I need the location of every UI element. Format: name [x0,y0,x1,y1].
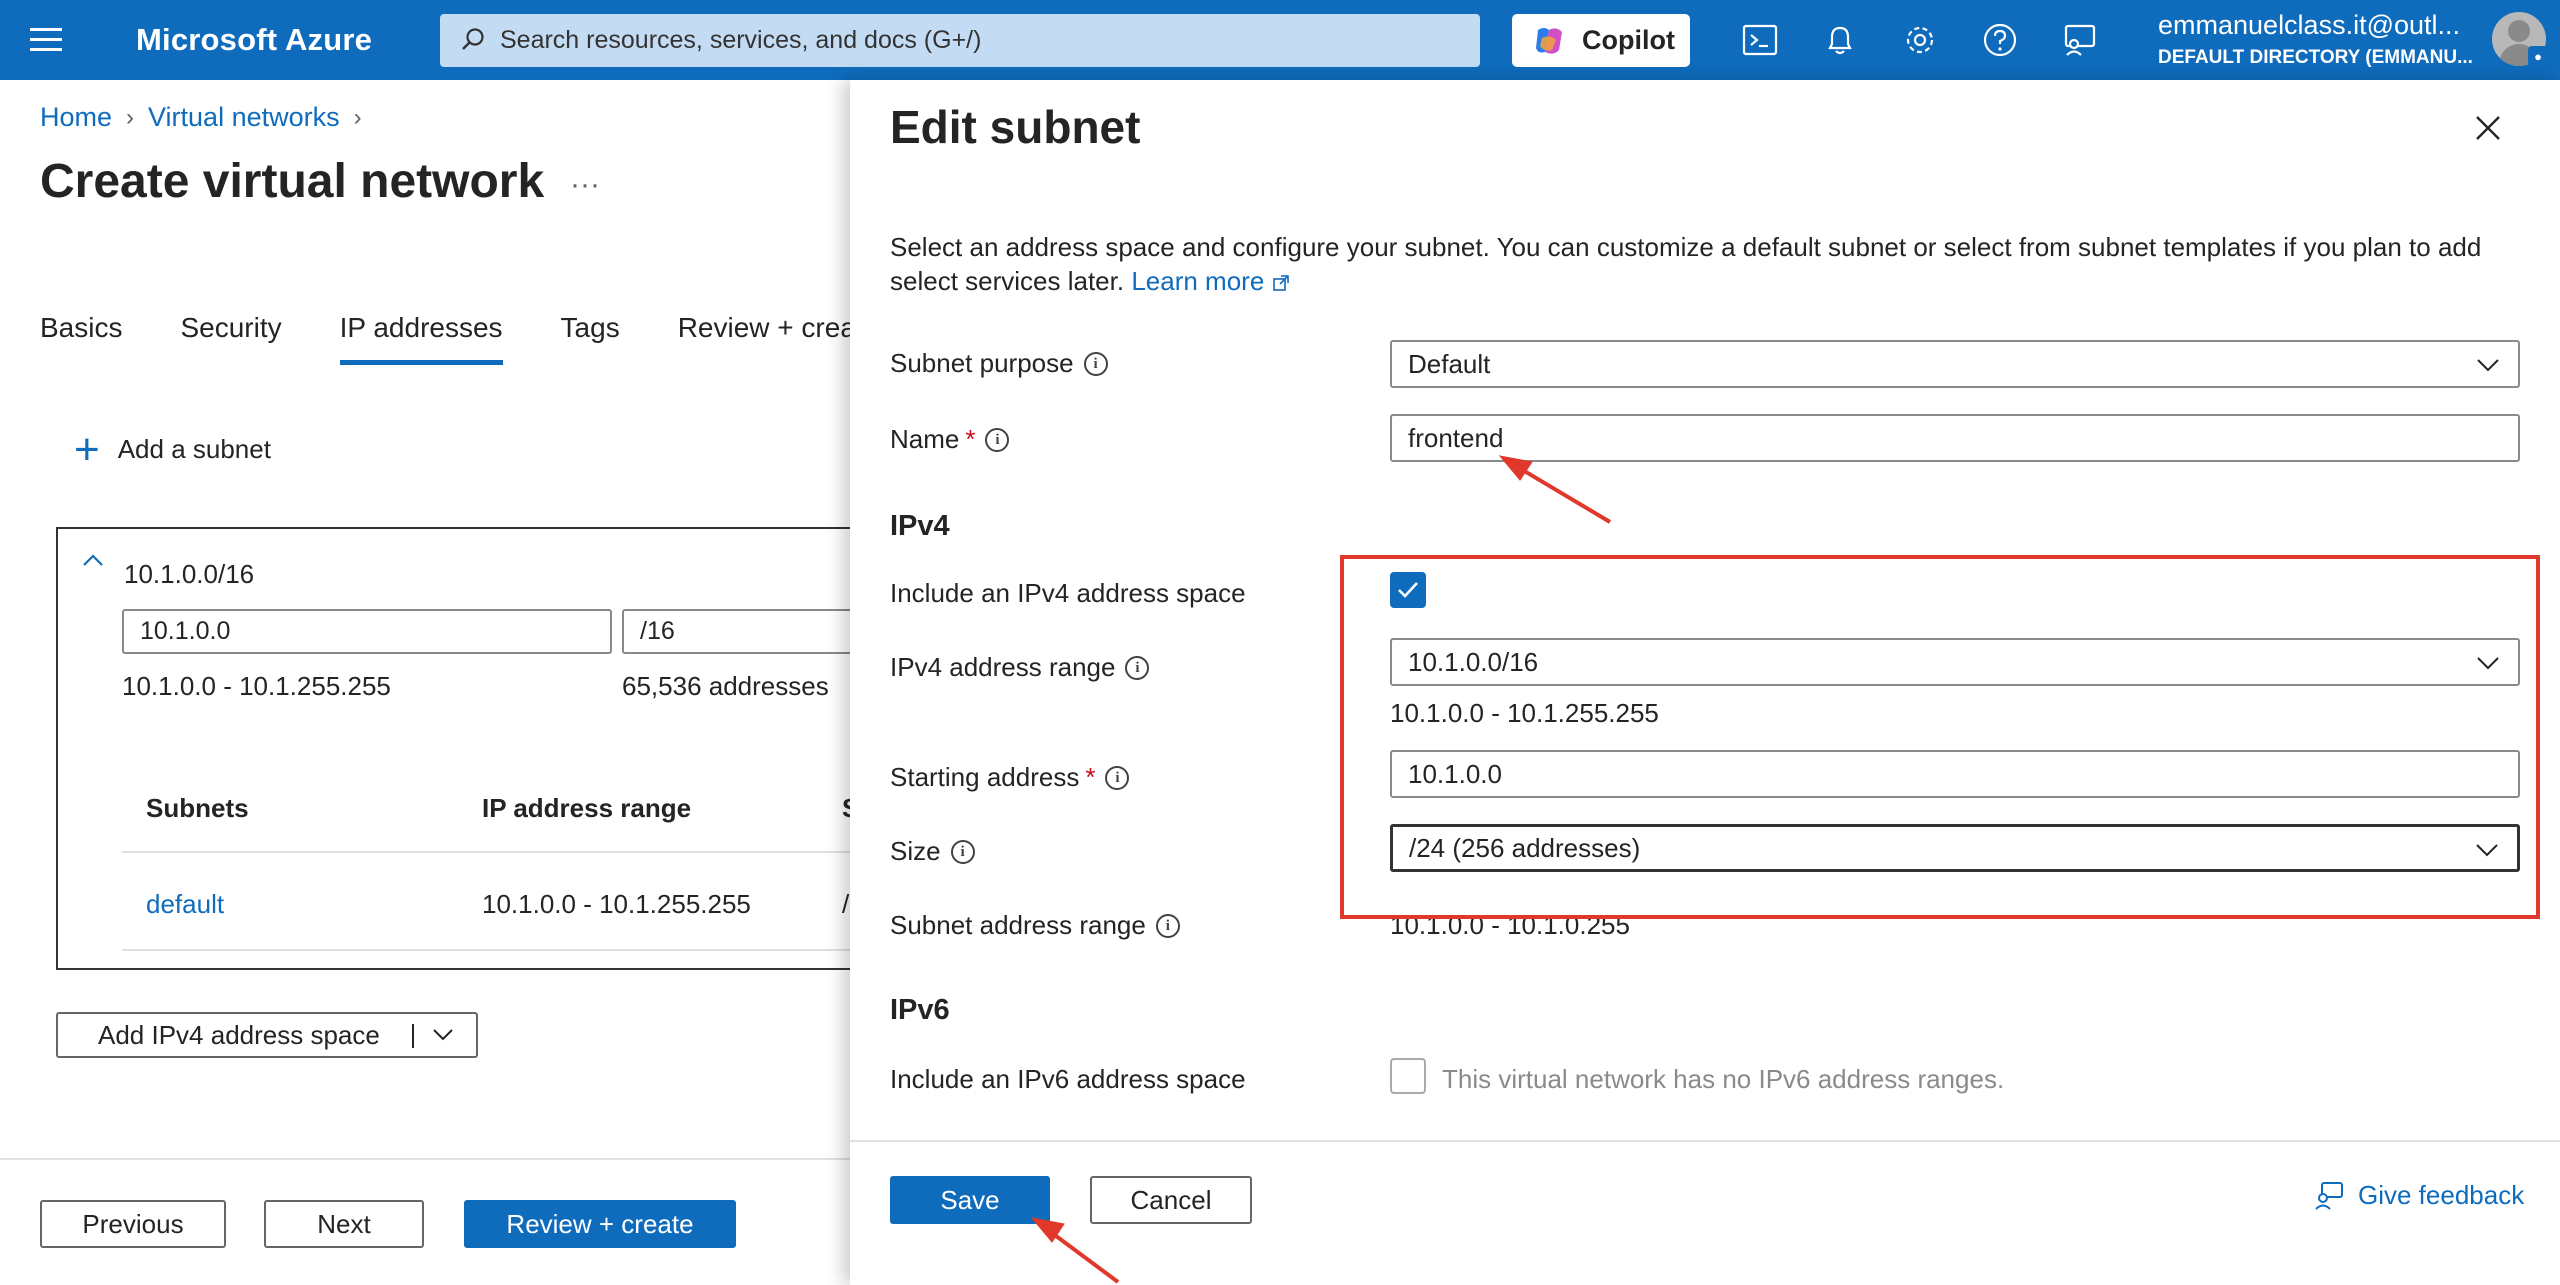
include-ipv4-label: Include an IPv4 address space [890,578,1246,608]
address-space-card: 10.1.0.0/16 10.1.0.0 /16 10.1.0.0 - 10.1… [56,527,882,970]
table-row-size: / [842,889,850,919]
copilot-icon [1536,28,1562,54]
next-button[interactable]: Next [264,1200,424,1248]
feedback-icon[interactable] [2062,22,2098,58]
subnet-address-range-label: Subnet address range i [890,910,1180,941]
chevron-right-icon: › [353,103,362,131]
ipv4-range-label: IPv4 address range i [890,652,1150,683]
external-link-icon [1272,275,1289,291]
cancel-button[interactable]: Cancel [1090,1176,1252,1224]
cloud-shell-icon[interactable] [1742,22,1778,58]
previous-button[interactable]: Previous [40,1200,226,1248]
search-input[interactable]: Search resources, services, and docs (G+… [440,14,1480,67]
review-create-button[interactable]: Review + create [464,1200,736,1248]
required-marker: * [965,424,976,454]
more-options-icon[interactable]: ··· [570,168,600,202]
tab-security[interactable]: Security [180,312,281,365]
footer-divider [0,1158,860,1160]
plus-icon: + [74,424,100,474]
tab-basics[interactable]: Basics [40,312,122,365]
account-email: emmanuelclass.it@outl... [2158,10,2461,40]
address-range-text: 10.1.0.0 - 10.1.255.255 [122,671,391,701]
info-icon[interactable]: i [950,839,975,864]
ipv6-note: This virtual network has no IPv6 address… [1442,1064,2005,1094]
close-icon[interactable] [2474,114,2502,142]
copilot-button[interactable]: Copilot [1512,14,1690,67]
add-ipv4-address-space-button[interactable]: Add IPv4 address space [56,1012,478,1058]
account-directory: DEFAULT DIRECTORY (EMMANU... [2158,47,2473,68]
table-row-subnet-link[interactable]: default [146,889,224,920]
ipv4-heading: IPv4 [890,510,950,542]
add-subnet-button[interactable]: + Add a subnet [74,424,271,474]
info-icon[interactable]: i [1083,351,1108,376]
table-row-range: 10.1.0.0 - 10.1.255.255 [482,889,751,919]
table-divider [122,949,882,951]
breadcrumb-virtual-networks[interactable]: Virtual networks [148,102,340,133]
starting-address-label: Starting address * i [890,762,1130,793]
chevron-right-icon: › [126,103,135,131]
search-placeholder: Search resources, services, and docs (G+… [500,26,982,54]
tab-tags[interactable]: Tags [561,312,620,365]
tab-bar: Basics Security IP addresses Tags Review… [40,312,937,365]
breadcrumb: Home › Virtual networks › [40,102,376,133]
settings-gear-icon[interactable] [1902,22,1938,58]
ipv6-heading: IPv6 [890,994,950,1026]
subnet-purpose-label: Subnet purpose i [890,348,1108,379]
lock-icon: ● [2528,46,2548,68]
info-icon[interactable]: i [985,427,1010,452]
menu-icon[interactable] [30,28,62,52]
address-size-select[interactable]: /16 [622,609,882,654]
address-count-text: 65,536 addresses [622,671,829,701]
top-bar: Microsoft Azure Search resources, servic… [0,0,2560,80]
address-start-input[interactable]: 10.1.0.0 [122,609,612,654]
feedback-person-icon [2315,1181,2343,1210]
size-label: Size i [890,836,975,867]
panel-description: Select an address space and configure yo… [890,232,2482,296]
help-icon[interactable] [1982,22,2018,58]
breadcrumb-home[interactable]: Home [40,102,112,133]
address-space-label: 10.1.0.0/16 [124,559,255,589]
save-button[interactable]: Save [890,1176,1050,1224]
include-ipv6-label: Include an IPv6 address space [890,1064,1246,1094]
required-marker: * [1085,762,1096,792]
name-label: Name * i [890,424,1010,455]
panel-footer-divider [850,1140,2560,1142]
include-ipv6-checkbox[interactable] [1390,1058,1426,1094]
give-feedback-link[interactable]: Give feedback [2314,1180,2524,1211]
info-icon[interactable]: i [1105,765,1130,790]
search-icon [462,28,484,50]
brand-title[interactable]: Microsoft Azure [136,22,372,58]
chevron-up-icon[interactable] [82,553,104,567]
chevron-down-icon [2477,359,2499,372]
tab-ip-addresses[interactable]: IP addresses [339,312,503,365]
info-icon[interactable]: i [1155,913,1180,938]
col-subnets: Subnets [146,793,249,823]
info-icon[interactable]: i [1125,655,1150,680]
name-input[interactable]: frontend [1390,414,2520,462]
table-divider [122,851,882,853]
subnet-purpose-select[interactable]: Default [1390,340,2520,388]
panel-title: Edit subnet [890,101,1141,153]
col-ip-range: IP address range [482,793,692,823]
notifications-bell-icon[interactable] [1822,22,1858,58]
page-title: Create virtual network [40,155,545,208]
learn-more-link[interactable]: Learn more [1131,266,1289,296]
chevron-down-icon[interactable] [432,1028,454,1042]
annotation-highlight-box [1340,555,2540,919]
account-info[interactable]: emmanuelclass.it@outl... DEFAULT DIRECTO… [2158,10,2473,69]
